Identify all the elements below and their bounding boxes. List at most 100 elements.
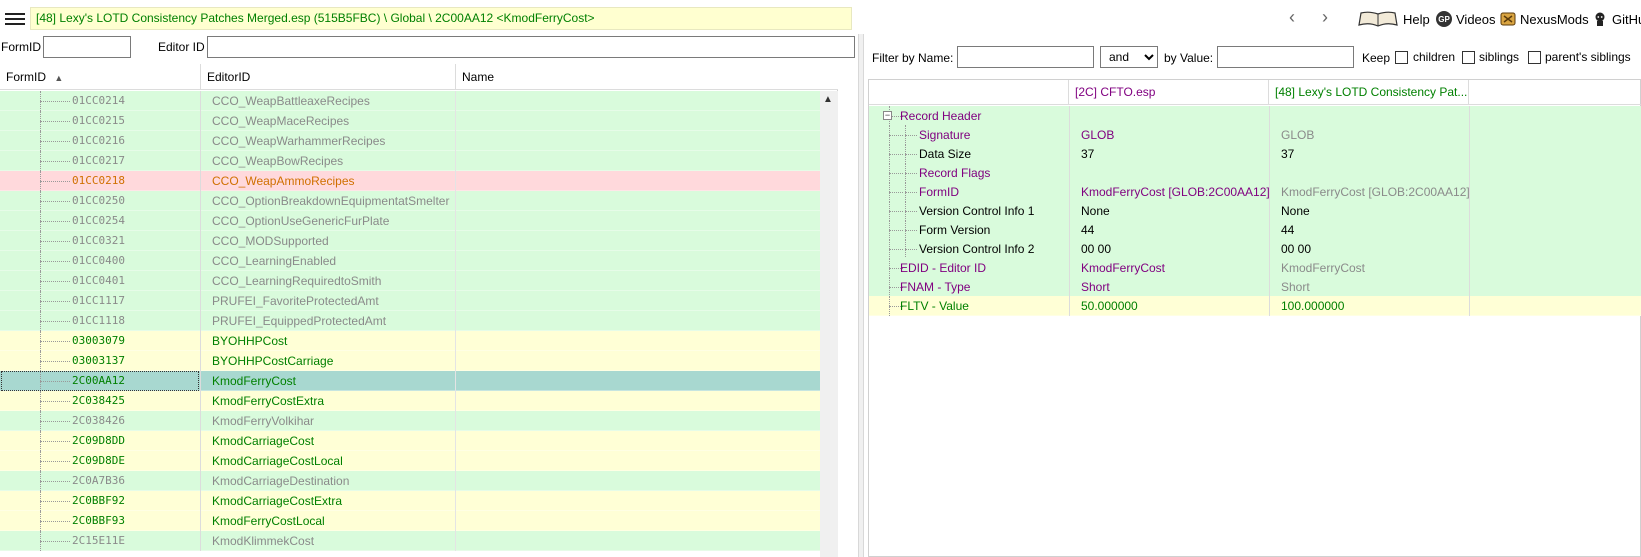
field-label: Record Header — [900, 109, 982, 123]
table-row[interactable]: 01CC0400 CCO_LearningEnabled — [0, 251, 820, 271]
column-divider — [455, 91, 456, 111]
table-row[interactable]: 2C00AA12 KmodFerryCost — [0, 371, 820, 391]
vertical-scrollbar[interactable]: ▲ — [820, 91, 838, 557]
column-divider — [200, 291, 201, 311]
record-list-header: FormID ▲ EditorID Name — [0, 64, 838, 90]
keep-children-checkbox[interactable] — [1395, 51, 1408, 64]
formid-cell: 2C09D8DE — [72, 454, 125, 467]
table-row[interactable]: 01CC0254 CCO_OptionUseGenericFurPlate — [0, 211, 820, 231]
nexusmods-button[interactable]: NexusMods — [1500, 9, 1589, 29]
table-row[interactable]: 01CC0215 CCO_WeapMaceRecipes — [0, 111, 820, 131]
formid-cell: 03003079 — [72, 334, 125, 347]
editorid-cell: CCO_WeapBattleaxeRecipes — [212, 94, 370, 108]
editorid-cell: KmodFerryCostExtra — [212, 394, 325, 408]
record-field-row[interactable]: Form Version 44 44 — [869, 220, 1641, 240]
editorid-filter-input[interactable] — [207, 36, 855, 58]
column-divider — [455, 351, 456, 371]
record-view-header: [2C] CFTO.esp [48] Lexy's LOTD Consisten… — [869, 80, 1641, 105]
record-field-row[interactable]: Data Size 37 37 — [869, 144, 1641, 164]
table-row[interactable]: 2C038426 KmodFerryVolkihar — [0, 411, 820, 431]
column-divider — [200, 431, 201, 451]
field-label: Signature — [919, 128, 971, 142]
field-value-lexys-patch: 37 — [1281, 147, 1295, 161]
tree-connector — [34, 311, 72, 331]
table-row[interactable]: 01CC0218 CCO_WeapAmmoRecipes — [0, 171, 820, 191]
record-field-row[interactable]: Signature GLOB GLOB — [869, 125, 1641, 145]
table-row[interactable]: 01CC0217 CCO_WeapBowRecipes — [0, 151, 820, 171]
pane-splitter[interactable] — [858, 34, 864, 557]
formid-filter-input[interactable] — [43, 36, 131, 58]
column-divider — [200, 531, 201, 551]
editorid-cell: CCO_WeapMaceRecipes — [212, 114, 350, 128]
column-divider — [1069, 220, 1070, 240]
column-divider — [1269, 144, 1270, 164]
tree-connector — [34, 91, 72, 111]
record-field-row[interactable]: Version Control Info 2 00 00 00 00 — [869, 239, 1641, 259]
column-divider — [455, 271, 456, 291]
column-header-cfto[interactable]: [2C] CFTO.esp — [1069, 80, 1269, 105]
column-divider — [455, 471, 456, 491]
editorid-cell: KmodCarriageCost — [212, 434, 315, 448]
menu-icon[interactable] — [5, 10, 25, 26]
keep-parents-siblings-checkbox[interactable] — [1528, 51, 1541, 64]
column-divider — [455, 491, 456, 511]
tree-connector — [34, 291, 72, 311]
table-row[interactable]: 01CC0250 CCO_OptionBreakdownEquipmentatSm… — [0, 191, 820, 211]
keep-siblings-checkbox[interactable] — [1462, 51, 1475, 64]
field-label: FormID — [919, 185, 959, 199]
table-row[interactable]: 01CC0216 CCO_WeapWarhammerRecipes — [0, 131, 820, 151]
collapse-icon[interactable]: − — [883, 111, 892, 120]
table-row[interactable]: 01CC0214 CCO_WeapBattleaxeRecipes — [0, 91, 820, 111]
help-button[interactable]: Help — [1357, 9, 1430, 29]
field-value-cfto: 00 00 — [1081, 242, 1112, 256]
table-row[interactable]: 2C0A7B36 KmodCarriageDestination — [0, 471, 820, 491]
videos-button[interactable]: GP Videos — [1436, 9, 1496, 29]
back-arrow-icon[interactable]: ‹ — [1283, 8, 1301, 28]
field-value-lexys-patch: KmodFerryCost — [1281, 261, 1366, 275]
table-row[interactable]: 03003137 BYOHHPCostCarriage — [0, 351, 820, 371]
column-divider — [200, 91, 201, 111]
filter-by-name-input[interactable] — [957, 46, 1094, 68]
column-header-lexys-patch[interactable]: [48] Lexy's LOTD Consistency Pat... — [1269, 80, 1469, 105]
record-field-row[interactable]: FormID KmodFerryCost [GLOB:2C00AA12] KmodF… — [869, 182, 1641, 202]
record-path-bar[interactable]: [48] Lexy's LOTD Consistency Patches Mer… — [30, 7, 852, 30]
table-row[interactable]: 03003079 BYOHHPCost — [0, 331, 820, 351]
editorid-cell: BYOHHPCostCarriage — [212, 354, 334, 368]
github-button[interactable]: GitHu — [1592, 9, 1641, 29]
forward-arrow-icon[interactable]: › — [1316, 8, 1334, 28]
record-field-row[interactable]: Version Control Info 1 None None — [869, 201, 1641, 221]
videos-label: Videos — [1456, 11, 1496, 27]
record-field-row[interactable]: − Record Header — [869, 106, 1641, 126]
column-divider — [200, 271, 201, 291]
record-field-row[interactable]: FNAM - Type Short Short — [869, 277, 1641, 297]
table-row[interactable]: 01CC1118 PRUFEI_EquippedProtectedAmt — [0, 311, 820, 331]
table-row[interactable]: 2C15E11E KmodKlimmekCost — [0, 531, 820, 551]
tree-connector — [34, 491, 72, 511]
table-row[interactable]: 2C09D8DD KmodCarriageCost — [0, 431, 820, 451]
scroll-up-icon[interactable]: ▲ — [823, 94, 833, 105]
table-row[interactable]: 2C038425 KmodFerryCostExtra — [0, 391, 820, 411]
field-label: FLTV - Value — [900, 299, 969, 313]
record-field-row[interactable]: Record Flags — [869, 163, 1641, 183]
table-row[interactable]: 01CC0401 CCO_LearningRequiredtoSmith — [0, 271, 820, 291]
column-divider — [455, 291, 456, 311]
column-divider — [455, 231, 456, 251]
table-row[interactable]: 01CC0321 CCO_MODSupported — [0, 231, 820, 251]
column-header-name[interactable]: Name — [456, 64, 838, 90]
table-row[interactable]: 2C0BBF92 KmodCarriageCostExtra — [0, 491, 820, 511]
column-divider — [200, 251, 201, 271]
editorid-cell: KmodFerryCost — [212, 374, 297, 388]
field-label: Version Control Info 2 — [919, 242, 1035, 256]
table-row[interactable]: 2C0BBF93 KmodFerryCostLocal — [0, 511, 820, 531]
filter-operator-select[interactable]: and — [1100, 46, 1158, 68]
formid-cell: 03003137 — [72, 354, 125, 367]
record-field-row[interactable]: FLTV - Value 50.000000 100.000000 — [869, 296, 1641, 316]
column-divider — [1069, 163, 1070, 183]
column-header-formid[interactable]: FormID ▲ — [0, 64, 201, 90]
column-divider — [1069, 296, 1070, 316]
table-row[interactable]: 01CC1117 PRUFEI_FavoriteProtectedAmt — [0, 291, 820, 311]
record-field-row[interactable]: EDID - Editor ID KmodFerryCost KmodFerryCo… — [869, 258, 1641, 278]
table-row[interactable]: 2C09D8DE KmodCarriageCostLocal — [0, 451, 820, 471]
column-header-editorid[interactable]: EditorID — [201, 64, 456, 90]
filter-by-value-input[interactable] — [1217, 46, 1354, 68]
